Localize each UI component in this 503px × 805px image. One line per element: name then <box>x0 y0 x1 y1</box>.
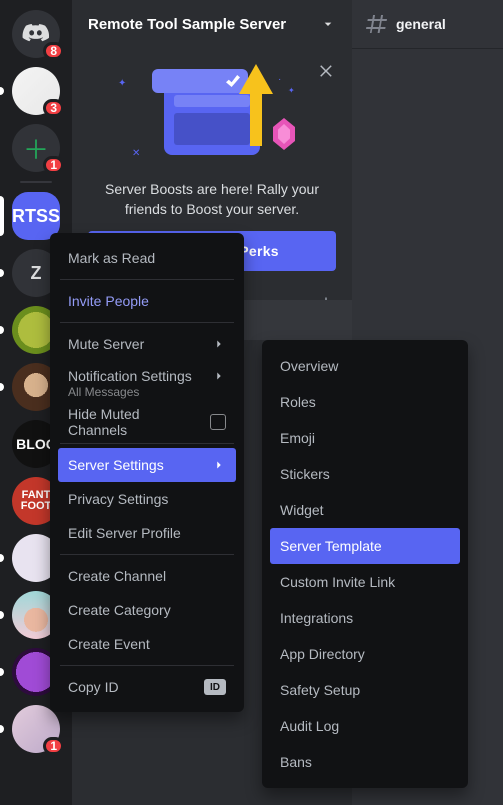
menu-separator <box>60 322 234 323</box>
submenu-custom-invite-link[interactable]: Custom Invite Link <box>270 564 460 600</box>
unread-pill <box>0 326 4 334</box>
boost-illustration: ✦ ✕ · ✦ <box>88 64 336 174</box>
add-server-button[interactable]: ＋ 1 <box>12 124 60 172</box>
menu-create-event[interactable]: Create Event <box>58 627 236 661</box>
submenu-audit-log[interactable]: Audit Log <box>270 708 460 744</box>
menu-label: Notification Settings <box>68 368 192 384</box>
channel-header: general <box>352 0 503 48</box>
server-settings-submenu: Overview Roles Emoji Stickers Widget Ser… <box>262 340 468 788</box>
menu-privacy-settings[interactable]: Privacy Settings <box>58 482 236 516</box>
active-pill <box>0 196 4 236</box>
boost-text: Server Boosts are here! Rally your frien… <box>88 180 336 219</box>
menu-label: Mark as Read <box>68 250 155 266</box>
id-icon: ID <box>204 679 226 695</box>
server-initials: RTSS <box>12 206 60 227</box>
server-context-menu: Mark as Read Invite People Mute Server N… <box>50 233 244 712</box>
chevron-right-icon <box>212 369 226 383</box>
submenu-overview[interactable]: Overview <box>270 348 460 384</box>
unread-pill <box>0 668 4 676</box>
rail-separator <box>20 181 52 183</box>
menu-label: Overview <box>280 358 338 374</box>
checkbox-icon <box>210 414 226 430</box>
menu-separator <box>60 665 234 666</box>
menu-label: Invite People <box>68 293 149 309</box>
menu-label: Mute Server <box>68 336 144 352</box>
menu-label: Edit Server Profile <box>68 525 181 541</box>
menu-copy-id[interactable]: Copy ID ID <box>58 670 236 704</box>
submenu-integrations[interactable]: Integrations <box>270 600 460 636</box>
menu-mute-server[interactable]: Mute Server <box>58 327 236 361</box>
menu-separator <box>60 443 234 444</box>
boost-gem-icon <box>273 118 295 150</box>
menu-separator <box>60 554 234 555</box>
server-avatar-9[interactable]: 1 <box>12 705 60 753</box>
chevron-right-icon <box>212 458 226 472</box>
submenu-stickers[interactable]: Stickers <box>270 456 460 492</box>
menu-label: Server Template <box>280 538 382 554</box>
server-header[interactable]: Remote Tool Sample Server <box>72 0 352 48</box>
unread-pill <box>0 611 4 619</box>
mention-badge: 1 <box>43 737 64 755</box>
menu-label: Roles <box>280 394 316 410</box>
mention-badge: 3 <box>43 99 64 117</box>
menu-mark-read[interactable]: Mark as Read <box>58 241 236 275</box>
menu-invite-people[interactable]: Invite People <box>58 284 236 318</box>
mention-badge: 8 <box>43 42 64 60</box>
menu-hide-muted[interactable]: Hide Muted Channels <box>58 405 236 439</box>
menu-label: Emoji <box>280 430 315 446</box>
menu-label: App Directory <box>280 646 365 662</box>
menu-label: Integrations <box>280 610 353 626</box>
menu-separator <box>60 279 234 280</box>
menu-label: Stickers <box>280 466 330 482</box>
menu-label: Audit Log <box>280 718 339 734</box>
menu-label: Create Category <box>68 602 171 618</box>
submenu-emoji[interactable]: Emoji <box>270 420 460 456</box>
chevron-right-icon <box>212 337 226 351</box>
menu-label: Hide Muted Channels <box>68 406 202 438</box>
submenu-bans[interactable]: Bans <box>270 744 460 780</box>
unread-pill <box>0 554 4 562</box>
menu-label: Create Event <box>68 636 150 652</box>
menu-label: Widget <box>280 502 324 518</box>
menu-edit-server-profile[interactable]: Edit Server Profile <box>58 516 236 550</box>
menu-sublabel: All Messages <box>68 385 139 399</box>
menu-label: Safety Setup <box>280 682 360 698</box>
server-avatar-1[interactable]: 3 <box>12 67 60 115</box>
menu-server-settings[interactable]: Server Settings <box>58 448 236 482</box>
menu-notification-settings[interactable]: Notification Settings All Messages <box>58 361 236 405</box>
arrow-up-icon <box>243 64 269 146</box>
unread-pill <box>0 725 4 733</box>
home-button[interactable]: 8 <box>12 10 60 58</box>
unread-pill <box>0 383 4 391</box>
channel-name: general <box>396 16 446 32</box>
mention-badge: 1 <box>43 156 64 174</box>
menu-create-category[interactable]: Create Category <box>58 593 236 627</box>
menu-create-channel[interactable]: Create Channel <box>58 559 236 593</box>
server-initials: Z <box>31 263 42 284</box>
menu-label: Bans <box>280 754 312 770</box>
menu-label: Privacy Settings <box>68 491 168 507</box>
menu-label: Server Settings <box>68 457 164 473</box>
unread-pill <box>0 87 4 95</box>
menu-label: Copy ID <box>68 679 119 695</box>
submenu-widget[interactable]: Widget <box>270 492 460 528</box>
hash-icon <box>364 12 388 36</box>
unread-pill <box>0 269 4 277</box>
server-name: Remote Tool Sample Server <box>88 16 320 33</box>
submenu-server-template[interactable]: Server Template <box>270 528 460 564</box>
menu-label: Create Channel <box>68 568 166 584</box>
submenu-app-directory[interactable]: App Directory <box>270 636 460 672</box>
chevron-down-icon <box>320 16 336 32</box>
menu-label: Custom Invite Link <box>280 574 395 590</box>
submenu-roles[interactable]: Roles <box>270 384 460 420</box>
submenu-safety-setup[interactable]: Safety Setup <box>270 672 460 708</box>
